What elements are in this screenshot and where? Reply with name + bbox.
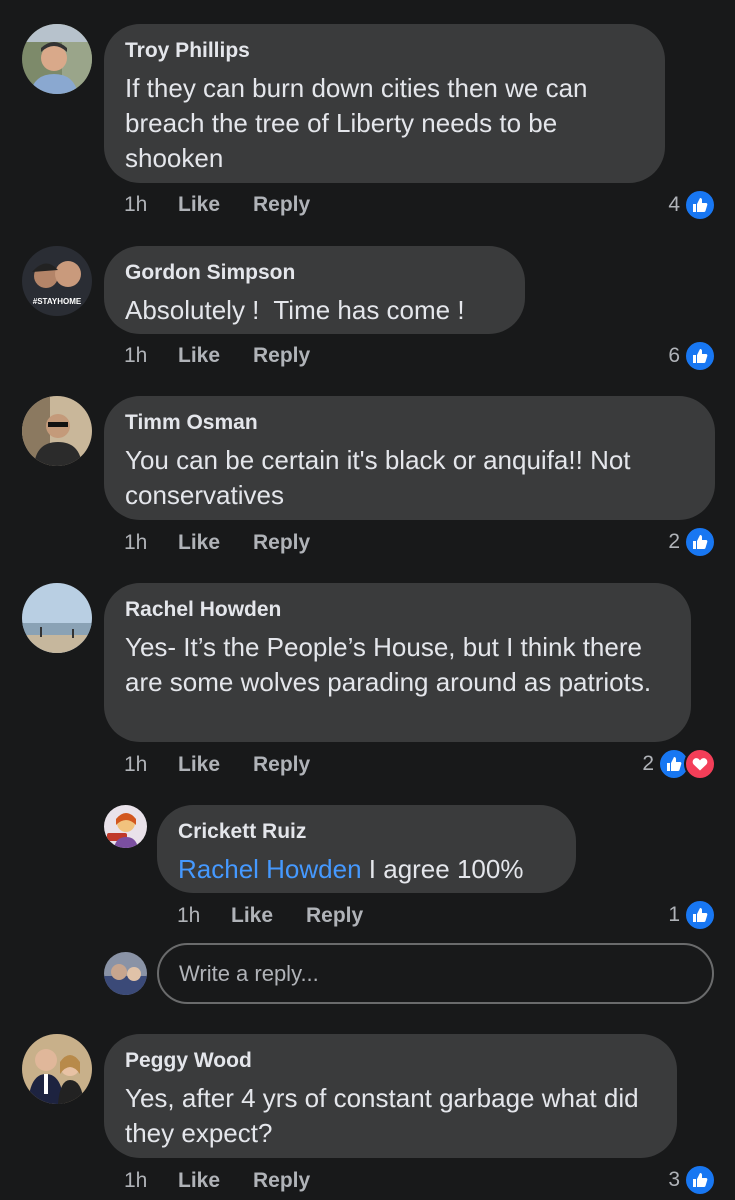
comment-timestamp[interactable]: 1h <box>124 753 147 777</box>
reply-button[interactable]: Reply <box>253 344 310 368</box>
comment-timestamp[interactable]: 1h <box>124 193 147 217</box>
reaction-count: 2 <box>642 752 654 775</box>
comment-text: Yes, after 4 yrs of constant garbage wha… <box>125 1083 639 1148</box>
thumbs-up-icon <box>684 526 716 558</box>
comment-bubble: Peggy Wood Yes, after 4 yrs of constant … <box>104 1034 677 1158</box>
reaction-summary[interactable]: 3 <box>668 1164 716 1196</box>
avatar[interactable] <box>22 583 92 653</box>
reply-button[interactable]: Reply <box>253 753 310 777</box>
avatar[interactable]: #STAYHOME <box>22 246 92 316</box>
reaction-summary[interactable]: 2 <box>668 526 716 558</box>
like-button[interactable]: Like <box>178 1169 220 1193</box>
reply-button[interactable]: Reply <box>253 193 310 217</box>
comment-text: Rachel Howden I agree 100% <box>178 852 554 887</box>
reply-input[interactable]: Write a reply... <box>157 943 714 1004</box>
comment-text-body: I agree 100% <box>361 854 524 884</box>
comment-text: Yes- It’s the People’s House, but I thin… <box>125 632 652 697</box>
reaction-count: 4 <box>668 193 680 216</box>
comment-timestamp[interactable]: 1h <box>124 344 147 368</box>
comment-bubble: Timm Osman You can be certain it's black… <box>104 396 715 520</box>
current-user-avatar <box>104 952 147 995</box>
comment-timestamp[interactable]: 1h <box>124 1169 147 1193</box>
comment-text: You can be certain it's black or anquifa… <box>125 445 631 510</box>
avatar[interactable] <box>104 805 147 848</box>
reaction-count: 1 <box>668 903 680 926</box>
comment-author[interactable]: Gordon Simpson <box>125 260 503 286</box>
comment-timestamp[interactable]: 1h <box>177 904 200 928</box>
like-button[interactable]: Like <box>178 753 220 777</box>
comment-bubble: Troy Phillips If they can burn down citi… <box>104 24 665 183</box>
comment-text: If they can burn down cities then we can… <box>125 73 588 173</box>
comment-bubble: Rachel Howden Yes- It’s the People’s Hou… <box>104 583 691 742</box>
like-button[interactable]: Like <box>178 193 220 217</box>
avatar[interactable] <box>22 396 92 466</box>
reaction-summary[interactable]: 4 <box>668 189 716 221</box>
reply-button[interactable]: Reply <box>253 531 310 555</box>
reaction-count: 3 <box>668 1168 680 1191</box>
comment-text: Absolutely ! Time has come ! <box>125 295 465 325</box>
comment-author[interactable]: Rachel Howden <box>125 597 669 623</box>
like-button[interactable]: Like <box>231 904 273 928</box>
reaction-summary[interactable]: 1 <box>668 899 716 931</box>
comment-timestamp[interactable]: 1h <box>124 531 147 555</box>
comment-bubble: Gordon Simpson Absolutely ! Time has com… <box>104 246 525 334</box>
comment-bubble: Crickett Ruiz Rachel Howden I agree 100% <box>157 805 576 893</box>
reaction-summary[interactable]: 2 <box>642 748 716 780</box>
like-button[interactable]: Like <box>178 344 220 368</box>
thumbs-up-icon <box>684 340 716 372</box>
thumbs-up-icon <box>684 189 716 221</box>
comment-author[interactable]: Troy Phillips <box>125 38 643 64</box>
reaction-count: 2 <box>668 530 680 553</box>
reaction-summary[interactable]: 6 <box>668 340 716 372</box>
like-button[interactable]: Like <box>178 531 220 555</box>
avatar[interactable] <box>22 1034 92 1104</box>
reply-button[interactable]: Reply <box>306 904 363 928</box>
reply-button[interactable]: Reply <box>253 1169 310 1193</box>
mention-link[interactable]: Rachel Howden <box>178 854 362 884</box>
thumbs-up-icon <box>684 1164 716 1196</box>
heart-icon <box>684 748 716 780</box>
comment-author[interactable]: Timm Osman <box>125 410 693 436</box>
avatar-badge-text: #STAYHOME <box>33 297 82 306</box>
comment-author[interactable]: Peggy Wood <box>125 1048 655 1074</box>
reaction-count: 6 <box>668 344 680 367</box>
thumbs-up-icon <box>684 899 716 931</box>
avatar[interactable] <box>22 24 92 94</box>
comment-author[interactable]: Crickett Ruiz <box>178 819 554 845</box>
